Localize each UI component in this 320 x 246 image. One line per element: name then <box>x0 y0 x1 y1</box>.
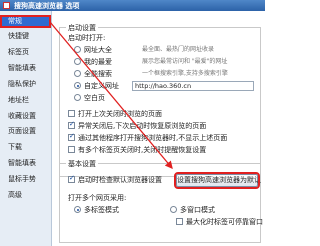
radio-indicator <box>74 70 81 77</box>
radio-label: 网址大全 <box>84 46 112 54</box>
radio-label: 多窗口模式 <box>180 206 215 214</box>
options-content: 启动设置 启动时打开: 网址大全 最全面、最热门的网址收录 我的最爱 展示您最常… <box>53 11 265 246</box>
checkbox-dock-tabs[interactable]: 最大化时标签可停靠窗口 <box>176 218 263 227</box>
radio-indicator <box>74 94 81 101</box>
startup-settings-group: 启动设置 启动时打开: 网址大全 最全面、最热门的网址收录 我的最爱 展示您最常… <box>59 23 261 177</box>
radio-label: 全能搜索 <box>84 70 112 78</box>
radio-indicator <box>74 206 81 213</box>
basic-group-title: 基本设置 <box>66 159 98 169</box>
checkbox-indicator <box>68 174 75 183</box>
checkbox-label: 启动时检查默认浏览器设置 <box>78 176 162 184</box>
sidebar-item-addressbar[interactable]: 地址栏 <box>0 94 51 107</box>
checkbox-indicator <box>68 132 75 141</box>
sidebar-item-privacy[interactable]: 隐私保护 <box>0 78 51 91</box>
sidebar-item-shortcuts[interactable]: 快捷键 <box>0 30 51 43</box>
custom-url-input[interactable]: http://hao.360.cn <box>132 81 254 91</box>
checkbox-restore-last[interactable]: 打开上次关闭时浏览的页面 <box>68 110 162 119</box>
sidebar-item-advanced[interactable]: 高级 <box>0 189 51 202</box>
checkbox-label: 有多个标签页关闭时,关闭时提醒恢复设置 <box>78 146 207 154</box>
radio-indicator <box>170 206 177 213</box>
options-sidebar: 常规 快捷键 标签页 智能填表 隐私保护 地址栏 收藏设置 页面设置 下载 智能… <box>0 11 52 246</box>
option-desc: 展示您最常访问和 "最爱"的网址 <box>142 58 228 65</box>
radio-indicator <box>74 82 81 89</box>
sidebar-item-autofill-2[interactable]: 智能填表 <box>0 157 51 170</box>
checkbox-label: 打开上次关闭时浏览的页面 <box>78 110 162 118</box>
startup-group-title: 启动设置 <box>66 23 98 33</box>
checkbox-label: 通过其他程序打开搜狗浏览器时,不显示上述页面 <box>78 134 228 142</box>
option-desc: 最全面、最热门的网址收录 <box>142 46 215 53</box>
radio-multi-window[interactable]: 多窗口模式 <box>170 206 215 215</box>
checkbox-label: 最大化时标签可停靠窗口 <box>186 218 263 226</box>
radio-search[interactable]: 全能搜索 <box>74 70 112 79</box>
basic-settings-group: 基本设置 启动时检查默认浏览器设置 设置搜狗高速浏览器为默认 打开多个网页采用:… <box>59 159 263 243</box>
checkbox-label: 异常关闭后,下次启动时恢复原浏览的页面 <box>78 122 207 130</box>
checkbox-indicator <box>176 218 183 225</box>
sidebar-item-autofill[interactable]: 智能填表 <box>0 62 51 75</box>
set-default-browser-button[interactable]: 设置搜狗高速浏览器为默认 <box>174 172 261 189</box>
radio-indicator <box>74 46 81 53</box>
checkbox-indicator <box>68 110 75 117</box>
new-page-label: 打开多个网页采用: <box>68 194 127 202</box>
sidebar-item-mouse-gestures[interactable]: 鼠标手势 <box>0 173 51 186</box>
checkbox-external-open[interactable]: 通过其他程序打开搜狗浏览器时,不显示上述页面 <box>68 132 228 143</box>
title-bar: 搜狗高速浏览器 选项 <box>0 0 265 11</box>
radio-favorites[interactable]: 我的最爱 <box>74 58 112 67</box>
checkbox-indicator <box>68 120 75 129</box>
option-desc: 一个框搜索引擎,支持多搜索引擎 <box>142 70 228 77</box>
radio-custom-url[interactable]: 自定义网址 <box>74 82 119 91</box>
radio-label: 自定义网址 <box>84 82 119 90</box>
sidebar-item-general[interactable]: 常规 <box>0 15 51 28</box>
sidebar-item-download[interactable]: 下载 <box>0 141 51 154</box>
sidebar-item-tabs[interactable]: 标签页 <box>0 46 51 59</box>
radio-multi-tab[interactable]: 多标签模式 <box>74 206 119 215</box>
radio-label: 我的最爱 <box>84 58 112 66</box>
radio-nav-home[interactable]: 网址大全 <box>74 46 112 55</box>
window-title: 搜狗高速浏览器 选项 <box>14 2 80 10</box>
checkbox-crash-restore[interactable]: 异常关闭后,下次启动时恢复原浏览的页面 <box>68 120 207 131</box>
sidebar-item-page-settings[interactable]: 页面设置 <box>0 125 51 138</box>
radio-blank-page[interactable]: 空白页 <box>74 94 105 103</box>
radio-label: 空白页 <box>84 94 105 102</box>
radio-indicator <box>74 58 81 65</box>
checkbox-check-default[interactable]: 启动时检查默认浏览器设置 <box>68 174 162 185</box>
startup-open-label: 启动时打开: <box>68 34 106 42</box>
checkbox-close-remind[interactable]: 有多个标签页关闭时,关闭时提醒恢复设置 <box>68 146 206 155</box>
checkbox-indicator <box>68 146 75 153</box>
sidebar-item-favorites[interactable]: 收藏设置 <box>0 110 51 123</box>
radio-label: 多标签模式 <box>84 206 119 214</box>
app-icon <box>3 2 10 9</box>
